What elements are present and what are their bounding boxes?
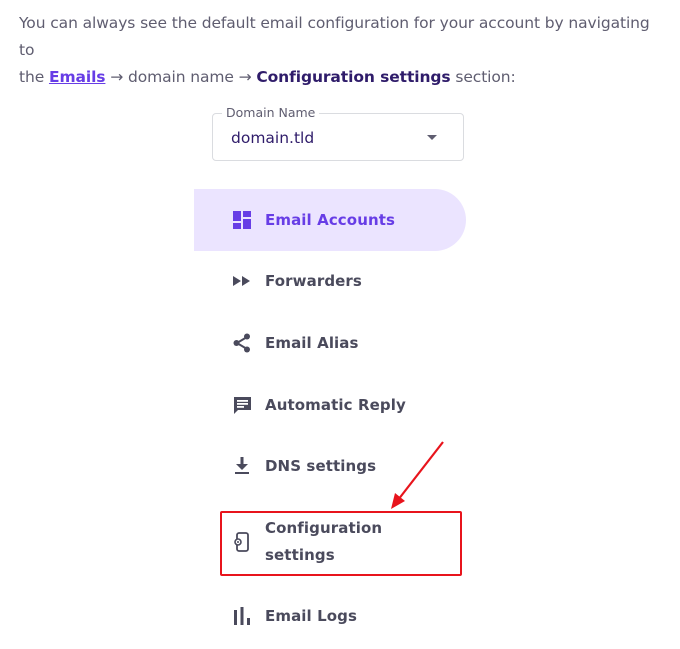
menu-item-label: Email Accounts [265, 210, 396, 229]
intro-line1: You can always see the default email con… [19, 14, 650, 59]
menu-item-label: Automatic Reply [265, 395, 406, 414]
menu-item-email-alias[interactable]: Email Alias [194, 312, 466, 374]
domain-select[interactable]: Domain Name domain.tld [212, 105, 464, 161]
menu-item-email-logs[interactable]: Email Logs [194, 585, 466, 647]
menu-item-forwarders[interactable]: Forwarders [194, 250, 466, 312]
dashboard-icon [232, 210, 252, 230]
fast-forward-icon [232, 271, 252, 291]
highlight-box [220, 511, 462, 576]
chevron-down-icon [427, 135, 437, 140]
emails-link[interactable]: Emails [49, 68, 106, 86]
bar-chart-icon [232, 606, 252, 626]
menu-item-automatic-reply[interactable]: Automatic Reply [194, 374, 466, 436]
intro-middle: → domain name → [105, 68, 257, 86]
intro-bold: Configuration settings [256, 68, 451, 86]
download-icon [232, 456, 252, 476]
intro-end: section: [450, 68, 516, 86]
intro-paragraph: You can always see the default email con… [19, 10, 669, 91]
menu-item-label: DNS settings [265, 456, 377, 475]
menu-item-label: Email Logs [265, 606, 358, 625]
menu-item-email-accounts[interactable]: Email Accounts [194, 189, 466, 251]
message-icon [232, 395, 252, 415]
domain-select-value: domain.tld [231, 129, 315, 147]
menu-item-label: Email Alias [265, 333, 359, 352]
domain-select-label: Domain Name [222, 105, 320, 121]
intro-the: the [19, 68, 45, 86]
pointer-arrow [391, 441, 444, 509]
share-icon [232, 333, 252, 353]
menu-item-label: Forwarders [265, 271, 362, 290]
